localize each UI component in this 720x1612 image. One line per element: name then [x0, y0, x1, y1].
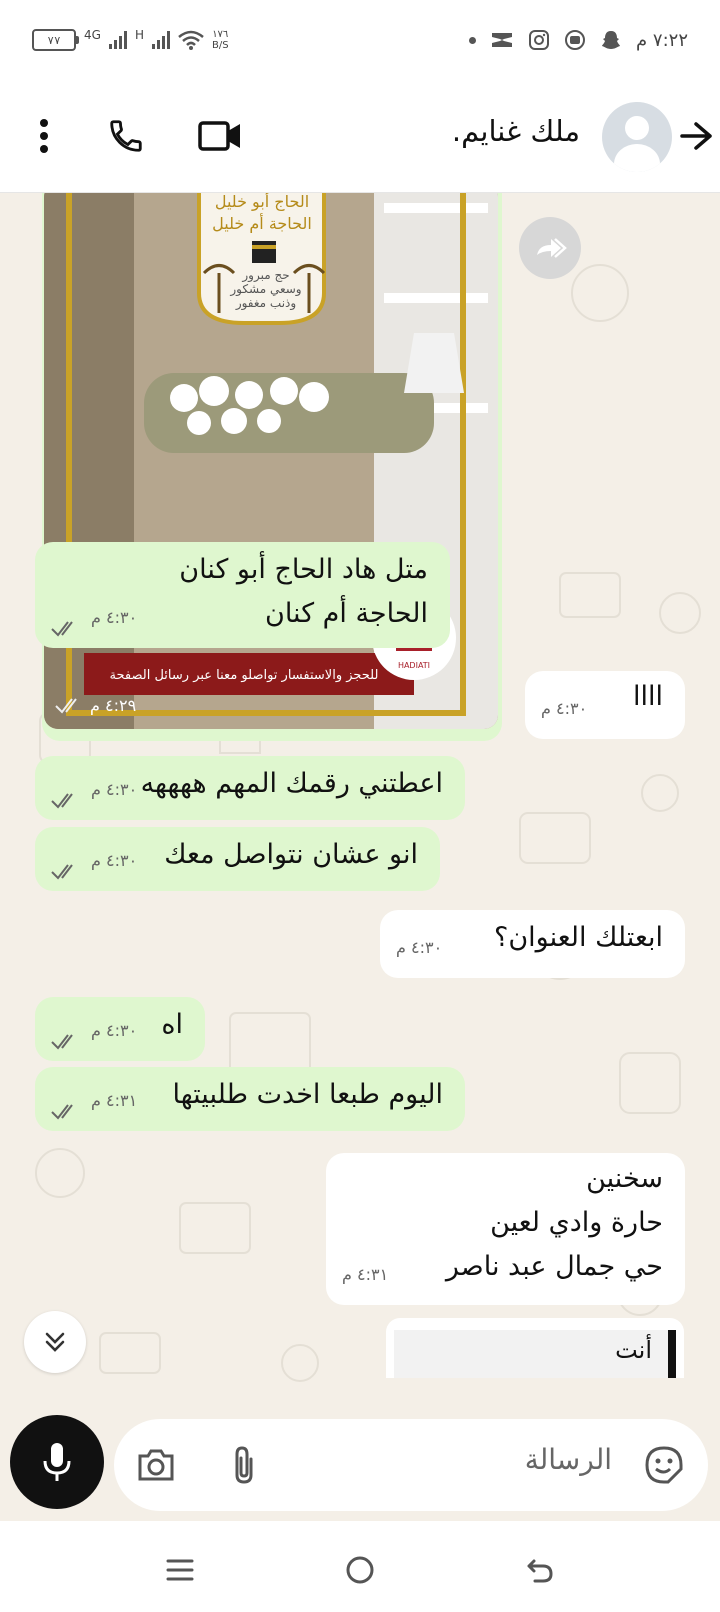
read-ticks-icon — [51, 793, 73, 809]
poster-footer: للحجز والاستفسار تواصلو معنا عبر رسائل ا… — [110, 668, 379, 683]
instagram-icon — [529, 30, 550, 50]
voice-record-button[interactable] — [10, 1415, 104, 1509]
network-4g-label: 4G — [84, 28, 101, 42]
message-input[interactable]: الرسالة — [114, 1419, 708, 1511]
voice-call-icon[interactable] — [102, 112, 150, 160]
message-bubble-incoming[interactable]: اعطتني رقمك المهم ههههه ٤:٣٠ م — [35, 756, 465, 820]
message-bubble-incoming[interactable]: اه ٤:٣٠ م — [35, 997, 205, 1061]
system-navigation-bar — [0, 1521, 720, 1612]
contact-avatar[interactable] — [602, 102, 672, 172]
status-left: ٧٧ 4G H ١٧٦ B/S — [32, 24, 229, 56]
composer: الرسالة — [0, 1415, 720, 1521]
recent-apps-icon[interactable] — [155, 1545, 205, 1595]
message-placeholder: الرسالة — [524, 1443, 612, 1476]
sticker-icon[interactable] — [640, 1441, 688, 1489]
snapchat-icon — [602, 31, 621, 49]
message-time: ٤:٣٠ م — [91, 780, 138, 799]
poster-line-3: حج مبرور — [241, 268, 289, 283]
camera-icon[interactable] — [132, 1441, 180, 1489]
chat-area[interactable]: الحاج أبو خليل الحاجة أم خليل حج مبرور و… — [0, 193, 720, 1415]
image-message-photo[interactable]: الحاج أبو خليل الحاجة أم خليل حج مبرور و… — [44, 193, 498, 729]
back-nav-icon[interactable] — [515, 1545, 565, 1595]
message-time: ٤:٣٠ م — [396, 938, 443, 957]
message-line: حي جمال عبد ناصر — [445, 1251, 663, 1282]
scroll-to-bottom-button[interactable] — [24, 1311, 86, 1373]
clock: ٧:٢٢ م — [636, 29, 688, 51]
read-ticks-icon — [55, 698, 77, 714]
message-time: ٤:٣٠ م — [91, 608, 138, 627]
back-arrow-icon[interactable] — [672, 112, 720, 160]
video-call-icon[interactable] — [196, 112, 244, 160]
message-time: ٤:٢٩ م — [90, 696, 137, 715]
message-time: ٤:٣١ م — [342, 1265, 389, 1284]
youtube-icon — [565, 30, 586, 50]
message-time: ٤:٣١ م — [91, 1091, 138, 1110]
message-bubble-incoming[interactable]: متل هاد الحاج أبو كنان الحاجة أم كنان ٤:… — [35, 542, 450, 648]
battery-level: ٧٧ — [47, 33, 61, 47]
poster-line-5: وذنب مغفور — [235, 296, 296, 311]
forward-icon[interactable] — [519, 217, 581, 279]
status-bar: ٧٧ 4G H ١٧٦ B/S ٧:٢٢ م — [0, 0, 720, 80]
poster-logo-text: HADIATI — [398, 661, 430, 670]
quoted-author: أنت — [615, 1336, 652, 1364]
contact-name[interactable]: ملك غنايم. — [452, 114, 580, 148]
more-options-icon[interactable] — [20, 112, 68, 160]
speed-value: ١٧٦ — [212, 29, 229, 40]
poster-line-2: الحاجة أم خليل — [212, 213, 312, 233]
signal-icon — [108, 31, 127, 49]
message-time: ٤:٣٠ م — [91, 1021, 138, 1040]
message-bubble-incoming[interactable]: انو عشان نتواصل معك ٤:٣٠ م — [35, 827, 440, 891]
quoted-reply[interactable]: أنت — [394, 1330, 676, 1378]
signal-icon-2 — [151, 31, 170, 49]
notification-dot-icon — [469, 36, 477, 44]
message-time: ٤:٣٠ م — [91, 851, 138, 870]
read-ticks-icon — [51, 864, 73, 880]
attach-icon[interactable] — [220, 1441, 268, 1489]
read-ticks-icon — [51, 1034, 73, 1050]
message-bubble-incoming[interactable]: اليوم طبعا اخدت طلبيتها ٤:٣١ م — [35, 1067, 465, 1131]
message-line: متل هاد الحاج أبو كنان — [179, 554, 428, 585]
read-ticks-icon — [51, 1104, 73, 1120]
home-icon[interactable] — [335, 1545, 385, 1595]
poster-graphic: الحاج أبو خليل الحاجة أم خليل حج مبرور و… — [44, 193, 498, 729]
message-bubble-outgoing[interactable]: ابعتلك العنوان؟ ٤:٣٠ م — [380, 910, 685, 978]
wifi-icon — [178, 30, 204, 50]
status-right: ٧:٢٢ م — [469, 22, 688, 58]
battery-icon: ٧٧ — [32, 29, 79, 51]
microphone-icon — [43, 1443, 71, 1481]
data-speed: ١٧٦ B/S — [212, 29, 229, 51]
poster-line-4: وسعي مشكور — [229, 282, 301, 297]
poster-line-1: الحاج أبو خليل — [215, 193, 309, 212]
reply-message-bubble[interactable]: أنت — [386, 1318, 684, 1378]
chat-header: ملك غنايم. — [0, 80, 720, 193]
message-bubble-outgoing[interactable]: اااا ٤:٣٠ م — [525, 671, 685, 739]
speed-unit: B/S — [211, 40, 229, 51]
network-h-label: H — [134, 28, 144, 42]
capcut-icon — [492, 33, 513, 47]
message-line: حارة وادي لعين — [490, 1207, 663, 1238]
message-time: ٤:٣٠ م — [541, 699, 588, 718]
double-chevron-down-icon — [45, 1332, 65, 1352]
message-line: سخنين — [586, 1163, 663, 1194]
read-ticks-icon — [51, 621, 73, 637]
message-bubble-outgoing[interactable]: سخنين حارة وادي لعين حي جمال عبد ناصر ٤:… — [326, 1153, 685, 1305]
